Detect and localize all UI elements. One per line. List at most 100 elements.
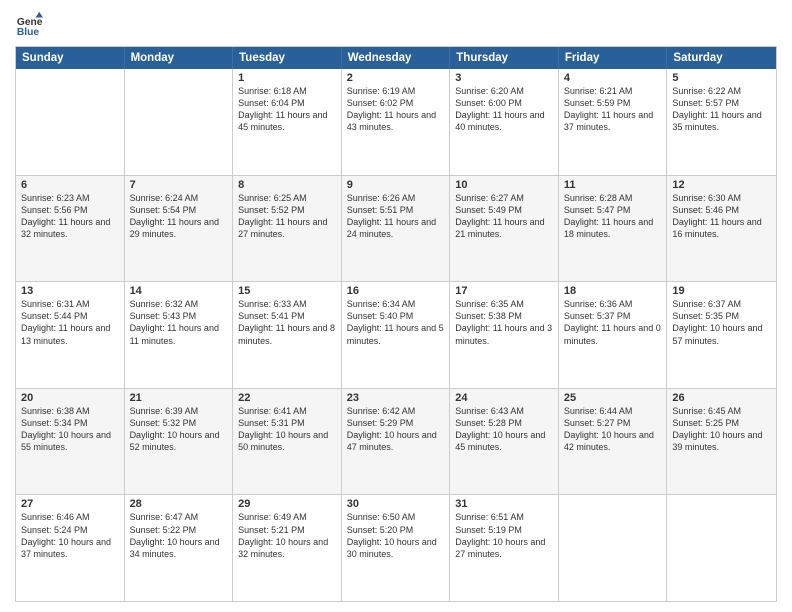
calendar-cell: 4 Sunrise: 6:21 AMSunset: 5:59 PMDayligh… — [559, 69, 668, 175]
calendar-cell: 11 Sunrise: 6:28 AMSunset: 5:47 PMDaylig… — [559, 176, 668, 282]
cell-info: Sunrise: 6:46 AMSunset: 5:24 PMDaylight:… — [21, 511, 119, 560]
calendar-cell: 2 Sunrise: 6:19 AMSunset: 6:02 PMDayligh… — [342, 69, 451, 175]
cell-date: 27 — [21, 498, 119, 510]
calendar-cell: 29 Sunrise: 6:49 AMSunset: 5:21 PMDaylig… — [233, 495, 342, 601]
cell-date: 24 — [455, 392, 553, 404]
calendar-header: SundayMondayTuesdayWednesdayThursdayFrid… — [16, 47, 776, 69]
calendar-cell: 12 Sunrise: 6:30 AMSunset: 5:46 PMDaylig… — [667, 176, 776, 282]
calendar-cell: 26 Sunrise: 6:45 AMSunset: 5:25 PMDaylig… — [667, 389, 776, 495]
cell-info: Sunrise: 6:33 AMSunset: 5:41 PMDaylight:… — [238, 298, 336, 347]
calendar-cell: 6 Sunrise: 6:23 AMSunset: 5:56 PMDayligh… — [16, 176, 125, 282]
cell-date: 8 — [238, 179, 336, 191]
cell-info: Sunrise: 6:19 AMSunset: 6:02 PMDaylight:… — [347, 85, 445, 134]
cell-info: Sunrise: 6:36 AMSunset: 5:37 PMDaylight:… — [564, 298, 662, 347]
calendar-cell: 15 Sunrise: 6:33 AMSunset: 5:41 PMDaylig… — [233, 282, 342, 388]
cell-info: Sunrise: 6:28 AMSunset: 5:47 PMDaylight:… — [564, 192, 662, 241]
day-header-sunday: Sunday — [16, 47, 125, 69]
cell-info: Sunrise: 6:51 AMSunset: 5:19 PMDaylight:… — [455, 511, 553, 560]
calendar-cell: 14 Sunrise: 6:32 AMSunset: 5:43 PMDaylig… — [125, 282, 234, 388]
cell-info: Sunrise: 6:34 AMSunset: 5:40 PMDaylight:… — [347, 298, 445, 347]
day-header-tuesday: Tuesday — [233, 47, 342, 69]
cell-date: 26 — [672, 392, 771, 404]
calendar-cell: 8 Sunrise: 6:25 AMSunset: 5:52 PMDayligh… — [233, 176, 342, 282]
cell-date: 28 — [130, 498, 228, 510]
calendar-cell: 18 Sunrise: 6:36 AMSunset: 5:37 PMDaylig… — [559, 282, 668, 388]
calendar-cell: 24 Sunrise: 6:43 AMSunset: 5:28 PMDaylig… — [450, 389, 559, 495]
calendar: SundayMondayTuesdayWednesdayThursdayFrid… — [15, 46, 777, 602]
cell-date: 11 — [564, 179, 662, 191]
cell-info: Sunrise: 6:35 AMSunset: 5:38 PMDaylight:… — [455, 298, 553, 347]
cell-info: Sunrise: 6:43 AMSunset: 5:28 PMDaylight:… — [455, 405, 553, 454]
cell-date: 4 — [564, 72, 662, 84]
calendar-cell: 19 Sunrise: 6:37 AMSunset: 5:35 PMDaylig… — [667, 282, 776, 388]
calendar-cell: 1 Sunrise: 6:18 AMSunset: 6:04 PMDayligh… — [233, 69, 342, 175]
calendar-cell: 30 Sunrise: 6:50 AMSunset: 5:20 PMDaylig… — [342, 495, 451, 601]
calendar-cell — [125, 69, 234, 175]
cell-info: Sunrise: 6:49 AMSunset: 5:21 PMDaylight:… — [238, 511, 336, 560]
calendar-cell: 10 Sunrise: 6:27 AMSunset: 5:49 PMDaylig… — [450, 176, 559, 282]
cell-date: 20 — [21, 392, 119, 404]
cell-info: Sunrise: 6:31 AMSunset: 5:44 PMDaylight:… — [21, 298, 119, 347]
calendar-cell: 28 Sunrise: 6:47 AMSunset: 5:22 PMDaylig… — [125, 495, 234, 601]
cell-info: Sunrise: 6:30 AMSunset: 5:46 PMDaylight:… — [672, 192, 771, 241]
calendar-cell: 21 Sunrise: 6:39 AMSunset: 5:32 PMDaylig… — [125, 389, 234, 495]
cell-info: Sunrise: 6:50 AMSunset: 5:20 PMDaylight:… — [347, 511, 445, 560]
calendar-cell: 9 Sunrise: 6:26 AMSunset: 5:51 PMDayligh… — [342, 176, 451, 282]
cell-date: 13 — [21, 285, 119, 297]
cell-date: 25 — [564, 392, 662, 404]
cell-date: 23 — [347, 392, 445, 404]
cell-info: Sunrise: 6:32 AMSunset: 5:43 PMDaylight:… — [130, 298, 228, 347]
cell-info: Sunrise: 6:37 AMSunset: 5:35 PMDaylight:… — [672, 298, 771, 347]
calendar-cell: 22 Sunrise: 6:41 AMSunset: 5:31 PMDaylig… — [233, 389, 342, 495]
cell-info: Sunrise: 6:22 AMSunset: 5:57 PMDaylight:… — [672, 85, 771, 134]
cell-date: 16 — [347, 285, 445, 297]
calendar-cell — [16, 69, 125, 175]
cell-date: 6 — [21, 179, 119, 191]
cell-date: 30 — [347, 498, 445, 510]
cell-info: Sunrise: 6:39 AMSunset: 5:32 PMDaylight:… — [130, 405, 228, 454]
cell-date: 3 — [455, 72, 553, 84]
calendar-cell: 17 Sunrise: 6:35 AMSunset: 5:38 PMDaylig… — [450, 282, 559, 388]
cell-info: Sunrise: 6:21 AMSunset: 5:59 PMDaylight:… — [564, 85, 662, 134]
day-header-thursday: Thursday — [450, 47, 559, 69]
logo-icon: General Blue — [15, 10, 43, 38]
calendar-cell: 31 Sunrise: 6:51 AMSunset: 5:19 PMDaylig… — [450, 495, 559, 601]
cell-info: Sunrise: 6:38 AMSunset: 5:34 PMDaylight:… — [21, 405, 119, 454]
cell-date: 10 — [455, 179, 553, 191]
calendar-cell: 3 Sunrise: 6:20 AMSunset: 6:00 PMDayligh… — [450, 69, 559, 175]
calendar-week-3: 13 Sunrise: 6:31 AMSunset: 5:44 PMDaylig… — [16, 281, 776, 388]
calendar-cell: 7 Sunrise: 6:24 AMSunset: 5:54 PMDayligh… — [125, 176, 234, 282]
calendar-cell: 13 Sunrise: 6:31 AMSunset: 5:44 PMDaylig… — [16, 282, 125, 388]
cell-date: 12 — [672, 179, 771, 191]
cell-date: 18 — [564, 285, 662, 297]
cell-date: 31 — [455, 498, 553, 510]
calendar-week-2: 6 Sunrise: 6:23 AMSunset: 5:56 PMDayligh… — [16, 175, 776, 282]
cell-info: Sunrise: 6:47 AMSunset: 5:22 PMDaylight:… — [130, 511, 228, 560]
calendar-cell — [667, 495, 776, 601]
cell-info: Sunrise: 6:44 AMSunset: 5:27 PMDaylight:… — [564, 405, 662, 454]
cell-date: 7 — [130, 179, 228, 191]
calendar-cell: 23 Sunrise: 6:42 AMSunset: 5:29 PMDaylig… — [342, 389, 451, 495]
calendar-cell: 16 Sunrise: 6:34 AMSunset: 5:40 PMDaylig… — [342, 282, 451, 388]
cell-date: 17 — [455, 285, 553, 297]
cell-info: Sunrise: 6:42 AMSunset: 5:29 PMDaylight:… — [347, 405, 445, 454]
svg-text:Blue: Blue — [17, 27, 40, 38]
calendar-cell: 5 Sunrise: 6:22 AMSunset: 5:57 PMDayligh… — [667, 69, 776, 175]
day-header-saturday: Saturday — [667, 47, 776, 69]
cell-date: 5 — [672, 72, 771, 84]
cell-date: 15 — [238, 285, 336, 297]
calendar-cell: 20 Sunrise: 6:38 AMSunset: 5:34 PMDaylig… — [16, 389, 125, 495]
calendar-week-5: 27 Sunrise: 6:46 AMSunset: 5:24 PMDaylig… — [16, 494, 776, 601]
calendar-week-1: 1 Sunrise: 6:18 AMSunset: 6:04 PMDayligh… — [16, 69, 776, 175]
cell-date: 22 — [238, 392, 336, 404]
calendar-cell — [559, 495, 668, 601]
cell-date: 2 — [347, 72, 445, 84]
cell-info: Sunrise: 6:25 AMSunset: 5:52 PMDaylight:… — [238, 192, 336, 241]
calendar-body: 1 Sunrise: 6:18 AMSunset: 6:04 PMDayligh… — [16, 69, 776, 601]
page-header: General Blue — [15, 10, 777, 38]
cell-info: Sunrise: 6:24 AMSunset: 5:54 PMDaylight:… — [130, 192, 228, 241]
cell-info: Sunrise: 6:26 AMSunset: 5:51 PMDaylight:… — [347, 192, 445, 241]
cell-info: Sunrise: 6:27 AMSunset: 5:49 PMDaylight:… — [455, 192, 553, 241]
cell-date: 1 — [238, 72, 336, 84]
day-header-wednesday: Wednesday — [342, 47, 451, 69]
